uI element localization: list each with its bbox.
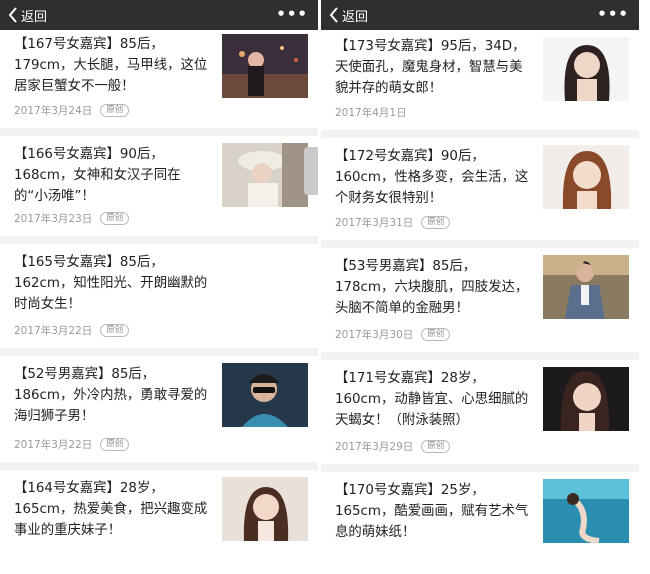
article-item[interactable]: 【171号女嘉宾】28岁，160cm，动静皆宜、心思细腻的天蝎女！（附泳装照） … [321,360,639,464]
chevron-left-icon [329,7,338,23]
woman-selfie-photo [543,145,629,209]
article-date: 2017年3月23日 [14,213,93,225]
left-phone-screen: 返回 ••• 【167号女嘉宾】85后，179cm，大长腿，马甲线，这位居家巨蟹… [0,0,318,574]
article-title: 【53号男嘉宾】85后，178cm，六块腹肌，四肢发达，头脑不简单的金融男！ [335,259,529,316]
article-meta: 2017年3月31日 原创 [335,215,451,230]
article-item[interactable]: 【170号女嘉宾】25岁，165cm，酷爱画画，赋有艺术气息的萌妹纸！ [321,472,639,574]
article-title: 【173号女嘉宾】95后，34D，天使面孔，魔鬼身材，智慧与美貌并存的萌女郎！ [335,39,526,96]
article-title: 【164号女嘉宾】28岁，165cm，热爱美食，把兴趣变成事业的重庆妹子！ [14,481,208,538]
article-meta: 2017年3月24日 原创 [14,103,130,118]
article-date: 2017年3月22日 [14,325,93,337]
man-in-suit-photo [543,255,629,319]
article-title: 【171号女嘉宾】28岁，160cm，动静皆宜、心思细腻的天蝎女！（附泳装照） [335,371,529,428]
article-date: 2017年3月22日 [14,439,93,451]
woman-underwater-photo [543,479,629,543]
woman-portrait-white-bg-photo [543,37,629,101]
article-item[interactable]: 【52号男嘉宾】85后，186cm，外冷内热，勇敢寻爱的海归狮子男！ 2017年… [0,356,318,462]
article-item[interactable]: 【166号女嘉宾】90后，168cm，女神和女汉子同在的“小汤唯”！ 2017年… [0,136,318,236]
article-title: 【165号女嘉宾】85后，162cm，知性阳光、开朗幽默的时尚女生！ [14,255,208,312]
article-item[interactable]: 【172号女嘉宾】90后，160cm，性格多变，会生活，这个财务女很特别！ 20… [321,138,639,240]
article-item[interactable]: 【165号女嘉宾】85后，162cm，知性阳光、开朗幽默的时尚女生！ 2017年… [0,244,318,348]
article-date: 2017年3月31日 [335,217,414,229]
article-meta: 2017年3月30日 原创 [335,327,451,342]
nav-bar: 返回 ••• [0,0,318,30]
right-phone-screen: 返回 ••• 【173号女嘉宾】95后，34D，天使面孔，魔鬼身材，智慧与美貌并… [321,0,639,574]
article-meta: 2017年4月1日 [335,105,407,120]
woman-dark-background-photo [543,367,629,431]
article-date: 2017年3月24日 [14,105,93,117]
article-title: 【166号女嘉宾】90后，168cm，女神和女汉子同在的“小汤唯”！ [14,147,181,204]
article-item[interactable]: 【164号女嘉宾】28岁，165cm，热爱美食，把兴趣变成事业的重庆妹子！ [0,470,318,574]
long-hair-woman-photo [222,477,308,541]
back-button[interactable]: 返回 [7,5,47,25]
article-date: 2017年3月30日 [335,329,414,341]
city-night-woman-photo [222,34,308,98]
scroll-handle[interactable] [304,147,318,195]
original-badge: 原创 [100,212,130,225]
article-item[interactable]: 【53号男嘉宾】85后，178cm，六块腹肌，四肢发达，头脑不简单的金融男！ 2… [321,248,639,352]
original-badge: 原创 [100,104,130,117]
article-title: 【172号女嘉宾】90后，160cm，性格多变，会生活，这个财务女很特别！ [335,149,529,206]
article-item[interactable]: 【167号女嘉宾】85后，179cm，大长腿，马甲线，这位居家巨蟹女不一般！ 2… [0,30,318,128]
article-title: 【52号男嘉宾】85后，186cm，外冷内热，勇敢寻爱的海归狮子男！ [14,367,208,424]
article-item[interactable]: 【173号女嘉宾】95后，34D，天使面孔，魔鬼身材，智慧与美貌并存的萌女郎！ … [321,30,639,130]
more-menu-button[interactable]: ••• [597,4,629,24]
woman-with-hat-photo [222,143,308,207]
back-button[interactable]: 返回 [328,5,368,25]
original-badge: 原创 [100,324,130,337]
article-meta: 2017年3月23日 原创 [14,211,130,226]
article-meta: 2017年3月22日 原创 [14,437,130,452]
original-badge: 原创 [421,440,451,453]
article-meta: 2017年3月22日 原创 [14,323,130,338]
article-title: 【170号女嘉宾】25岁，165cm，酷爱画画，赋有艺术气息的萌妹纸！ [335,483,529,540]
man-with-sunglasses-photo [222,363,308,427]
article-meta: 2017年3月29日 原创 [335,439,451,454]
original-badge: 原创 [421,328,451,341]
more-menu-button[interactable]: ••• [276,4,308,24]
original-badge: 原创 [100,438,130,451]
chevron-left-icon [8,7,17,23]
back-label: 返回 [342,9,369,25]
back-label: 返回 [21,9,48,25]
article-date: 2017年4月1日 [335,107,407,119]
original-badge: 原创 [421,216,451,229]
article-title: 【167号女嘉宾】85后，179cm，大长腿，马甲线，这位居家巨蟹女不一般！ [14,37,208,94]
nav-bar: 返回 ••• [321,0,639,30]
article-date: 2017年3月29日 [335,441,414,453]
